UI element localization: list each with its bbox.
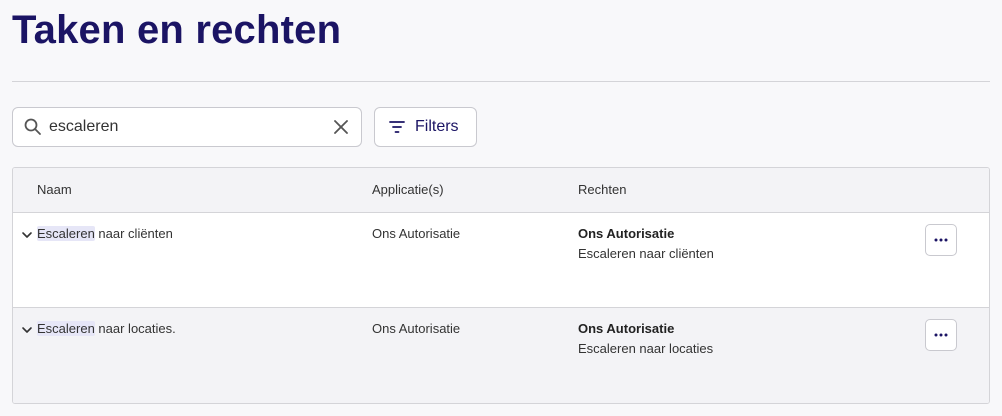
filters-label: Filters (415, 118, 459, 135)
row-rights-title: Ons Autorisatie (578, 226, 675, 241)
row-name: Escaleren naar locaties. (37, 321, 176, 336)
row-rights-detail: Escaleren naar cliënten (578, 246, 714, 261)
search-input[interactable] (49, 116, 329, 138)
chevron-down-icon[interactable] (21, 229, 33, 241)
results-table: Naam Applicatie(s) Rechten Escaleren naa… (12, 167, 990, 404)
search-highlight: Escaleren (37, 321, 95, 336)
filter-icon (389, 121, 405, 133)
close-icon[interactable] (331, 117, 351, 137)
row-actions-button[interactable] (925, 224, 957, 256)
row-application: Ons Autorisatie (372, 321, 461, 336)
row-rights-title: Ons Autorisatie (578, 321, 675, 336)
row-actions-button[interactable] (925, 319, 957, 351)
more-icon (934, 333, 948, 337)
row-application: Ons Autorisatie (372, 226, 461, 241)
search-box[interactable] (12, 107, 362, 147)
more-icon (934, 238, 948, 242)
search-icon (24, 118, 41, 135)
row-name: Escaleren naar cliënten (37, 226, 173, 241)
table-row[interactable]: Escaleren naar cliënten Ons Autorisatie … (13, 213, 989, 308)
divider (12, 81, 990, 82)
filters-button[interactable]: Filters (374, 107, 477, 147)
row-name-rest: naar locaties. (94, 321, 176, 336)
row-name-rest: naar cliënten (94, 226, 173, 241)
page-title: Taken en rechten (12, 8, 342, 52)
chevron-down-icon[interactable] (21, 324, 33, 336)
column-header-rights[interactable]: Rechten (578, 182, 626, 197)
column-header-applications[interactable]: Applicatie(s) (372, 182, 444, 197)
row-rights-detail: Escaleren naar locaties (578, 341, 714, 356)
search-highlight: Escaleren (37, 226, 95, 241)
table-row[interactable]: Escaleren naar locaties. Ons Autorisatie… (13, 308, 989, 403)
table-header: Naam Applicatie(s) Rechten (13, 168, 989, 213)
column-header-name[interactable]: Naam (37, 182, 72, 197)
